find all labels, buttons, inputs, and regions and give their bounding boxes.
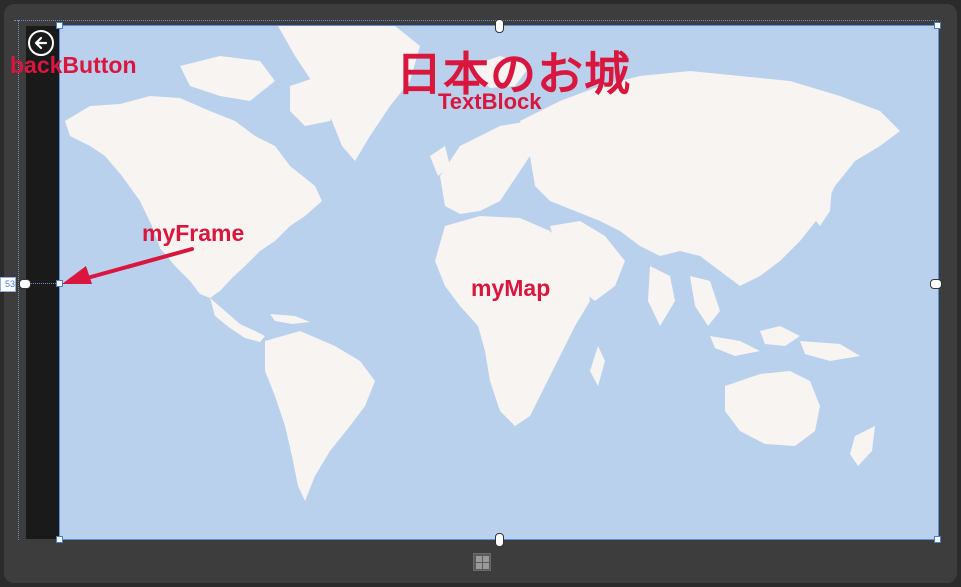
annotation-arrow-icon	[62, 247, 194, 284]
annotation-map: myMap	[471, 275, 551, 301]
guide-line-top	[14, 20, 938, 21]
resize-handle-bottom-left[interactable]	[56, 536, 63, 543]
resize-handle-top-left[interactable]	[56, 22, 63, 29]
annotation-back-button: backButton	[10, 52, 137, 78]
back-arrow-icon	[34, 36, 48, 50]
anchor-left-icon[interactable]	[19, 279, 31, 289]
resize-handle-top-right[interactable]	[934, 22, 941, 29]
margin-value-label: 53	[0, 277, 16, 292]
anchor-right-icon[interactable]	[930, 279, 942, 289]
anchor-top-icon[interactable]	[495, 19, 504, 33]
annotation-text-block: TextBlock	[438, 89, 542, 114]
anchor-bottom-icon[interactable]	[495, 533, 504, 547]
windows-logo-icon[interactable]	[473, 553, 491, 571]
resize-handle-bottom-right[interactable]	[934, 536, 941, 543]
